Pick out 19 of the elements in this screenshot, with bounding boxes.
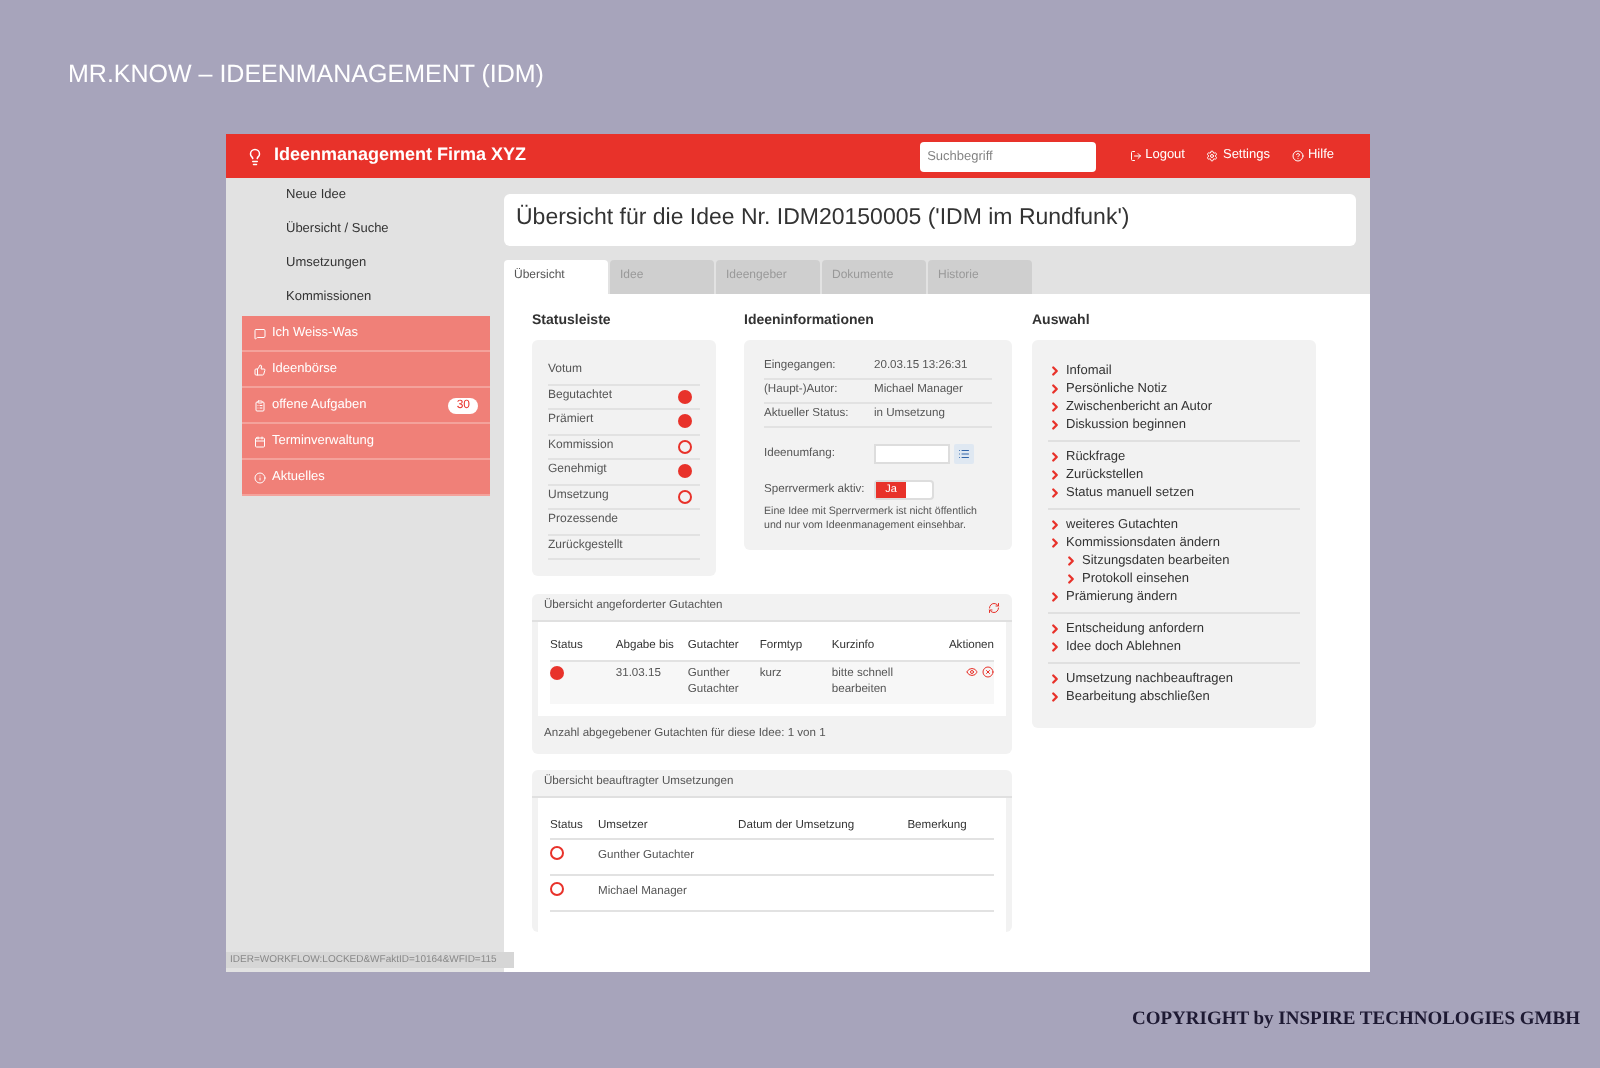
refresh-icon[interactable] — [988, 601, 1000, 613]
list-icon — [958, 448, 970, 460]
logout-icon — [1129, 150, 1142, 162]
page-title-card: Übersicht für die Idee Nr. IDM20150005 ('IDM im Rundfunk') — [504, 194, 1356, 246]
settings-icon — [1206, 150, 1219, 162]
help-icon — [1291, 150, 1304, 162]
calendar-icon — [254, 435, 266, 447]
list-button[interactable] — [954, 444, 974, 464]
thumbs-up-icon — [254, 363, 266, 375]
input-field[interactable] — [874, 444, 950, 464]
delete-icon[interactable] — [982, 665, 994, 678]
lightbulb-icon — [246, 147, 264, 165]
chat-bubble-icon — [254, 327, 266, 339]
app-title: Ideenmanagement Firma XYZ — [274, 142, 527, 169]
slide-title: MR.KNOW – IDEENMANAGEMENT (IDM) — [68, 58, 546, 92]
info-icon — [254, 471, 266, 483]
clipboard-icon — [254, 399, 266, 411]
view-icon[interactable] — [966, 665, 978, 678]
copyright-text: COPYRIGHT by INSPIRE TECHNOLOGIES GMBH — [1131, 1007, 1580, 1034]
